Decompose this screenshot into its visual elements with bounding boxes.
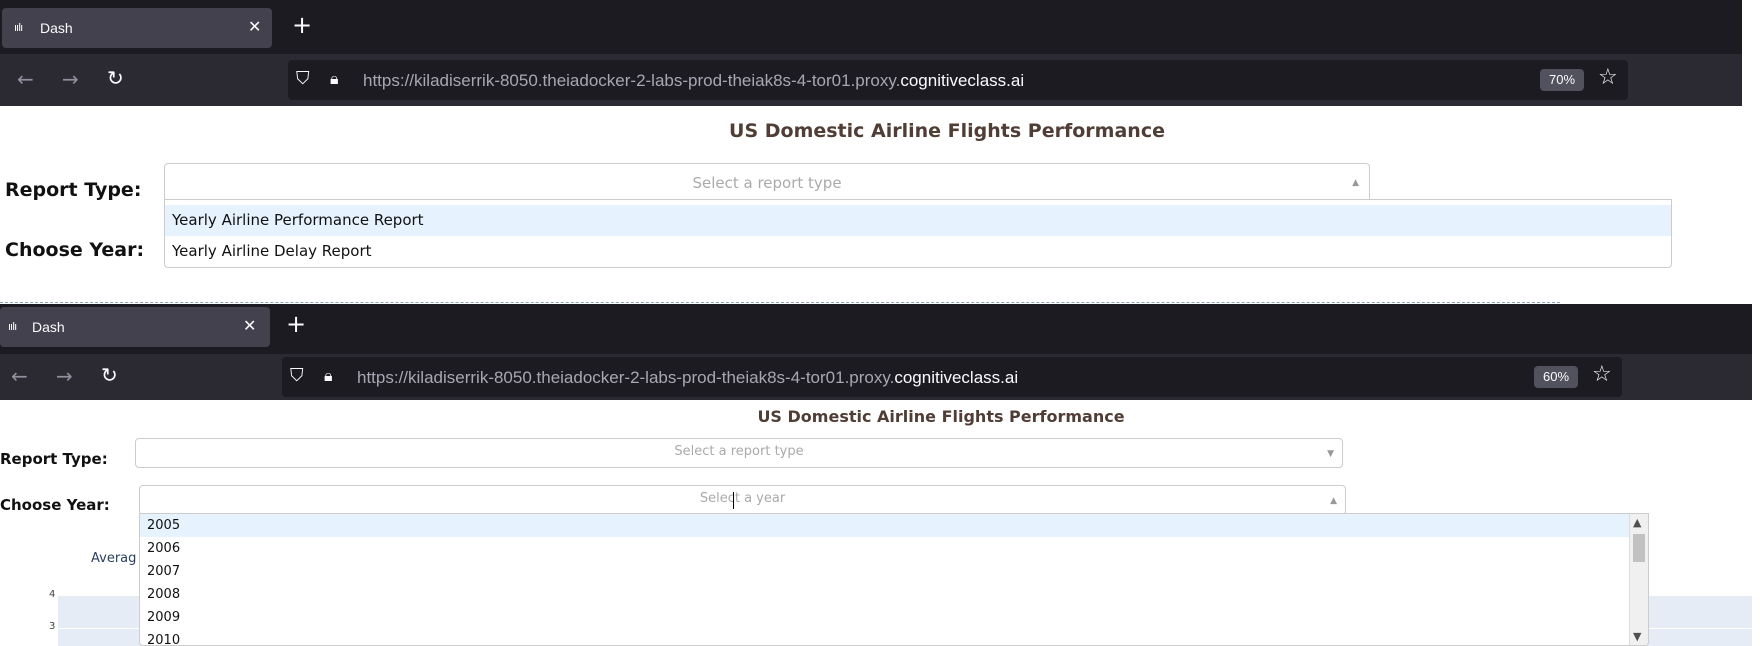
dropdown-option[interactable]: 2009 [140,606,1648,629]
dropdown-placeholder: Select a year [699,491,786,506]
reload-icon[interactable]: ↻ [107,66,124,90]
url-prefix: https://kiladiserrik-8050.theiadocker-2-… [357,368,895,387]
navigation-toolbar: ← → ↻ ⛉ 🔒︎ https://kiladiserrik-8050.the… [0,54,1742,106]
navigation-toolbar: ← → ↻ ⛉ 🔒︎ https://kiladiserrik-8050.the… [0,354,1752,400]
dash-bar-chart-icon: ıılı [14,21,23,34]
back-arrow-icon[interactable]: ← [11,364,28,388]
year-options-menu: 2005 2006 2007 2008 2009 2010 ▲ ▼ [139,513,1649,646]
browser-tab[interactable]: ıılı Dash ✕ [2,8,272,48]
browser-tab[interactable]: ıılı Dash ✕ [0,307,270,347]
scroll-down-icon[interactable]: ▼ [1633,630,1641,643]
url-text: https://kiladiserrik-8050.theiadocker-2-… [357,368,1018,388]
page-content-bottom: US Domestic Airline Flights Performance … [0,400,1752,646]
tab-title: Dash [32,319,65,335]
axis-tick-label: 3 [49,621,56,632]
dropdown-placeholder: Select a report type [674,444,804,459]
scroll-up-icon[interactable]: ▲ [1633,516,1641,529]
zoom-level-badge[interactable]: 70% [1540,69,1584,91]
zoom-level-badge[interactable]: 60% [1534,366,1578,388]
lock-icon: 🔒︎ [324,366,333,385]
dropdown-option[interactable]: Yearly Airline Performance Report [165,205,1671,236]
report-type-dropdown[interactable]: Select a report type ▲ [164,163,1370,203]
browser-window-top: ıılı Dash ✕ + ← → ↻ ⛉ 🔒︎ https://kiladis… [0,0,1760,302]
url-domain: cognitiveclass.ai [900,71,1025,90]
chevron-up-icon[interactable]: ▲ [1330,496,1337,506]
address-bar[interactable]: ⛉ 🔒︎ https://kiladiserrik-8050.theiadock… [288,60,1628,100]
address-bar[interactable]: ⛉ 🔒︎ https://kiladiserrik-8050.theiadock… [282,357,1622,397]
partial-chart-title: Averag [91,551,137,566]
page-title: US Domestic Airline Flights Performance [729,120,1165,142]
url-prefix: https://kiladiserrik-8050.theiadocker-2-… [363,71,901,90]
url-domain: cognitiveclass.ai [894,368,1019,387]
url-text: https://kiladiserrik-8050.theiadocker-2-… [363,71,1024,91]
choose-year-label: Choose Year: [5,239,145,261]
report-type-dropdown[interactable]: Select a report type ▼ [135,438,1343,468]
close-tab-icon[interactable]: ✕ [243,316,256,335]
scrollbar-thumb[interactable] [1633,534,1645,562]
text-cursor [733,492,734,509]
tab-strip: ıılı Dash ✕ + [0,0,1742,54]
dropdown-option[interactable]: 2006 [140,537,1648,560]
dropdown-option[interactable]: 2005 [140,514,1648,537]
dropdown-option[interactable]: Yearly Airline Delay Report [165,236,1671,267]
new-tab-button[interactable]: + [292,11,312,39]
shield-icon: ⛉ [296,68,310,89]
dropdown-option[interactable]: 2007 [140,560,1648,583]
lock-icon: 🔒︎ [330,69,339,88]
browser-window-bottom: ıılı Dash ✕ + ← → ↻ ⛉ 🔒︎ https://kiladis… [0,304,1760,646]
dropdown-option[interactable]: 2008 [140,583,1648,606]
new-tab-button[interactable]: + [286,310,306,338]
bookmark-star-icon[interactable]: ☆ [1598,65,1618,90]
report-type-options-menu: Yearly Airline Performance Report Yearly… [164,199,1672,268]
page-content-top: US Domestic Airline Flights Performance … [0,106,1742,302]
dropdown-placeholder: Select a report type [692,174,842,192]
axis-tick-label: 4 [49,589,56,600]
tab-strip: ıılı Dash ✕ + [0,304,1752,354]
shield-icon: ⛉ [290,365,304,386]
forward-arrow-icon[interactable]: → [56,364,73,388]
dropdown-option[interactable]: 2010 [140,629,1648,645]
reload-icon[interactable]: ↻ [101,363,118,387]
report-type-label: Report Type: [0,450,108,468]
tab-title: Dash [40,20,73,36]
screenshot-separator [0,302,1560,303]
back-arrow-icon[interactable]: ← [17,67,34,91]
chevron-down-icon[interactable]: ▼ [1327,449,1334,459]
report-type-label: Report Type: [5,179,142,201]
close-tab-icon[interactable]: ✕ [248,17,261,36]
year-dropdown[interactable]: Select a year ▲ [139,485,1346,515]
dropdown-scrollbar[interactable]: ▲ ▼ [1629,514,1648,645]
choose-year-label: Choose Year: [0,496,110,514]
bookmark-star-icon[interactable]: ☆ [1592,362,1612,387]
forward-arrow-icon[interactable]: → [62,67,79,91]
chevron-up-icon[interactable]: ▲ [1352,178,1359,188]
dash-bar-chart-icon: ıılı [8,320,17,333]
page-title: US Domestic Airline Flights Performance [757,407,1125,426]
